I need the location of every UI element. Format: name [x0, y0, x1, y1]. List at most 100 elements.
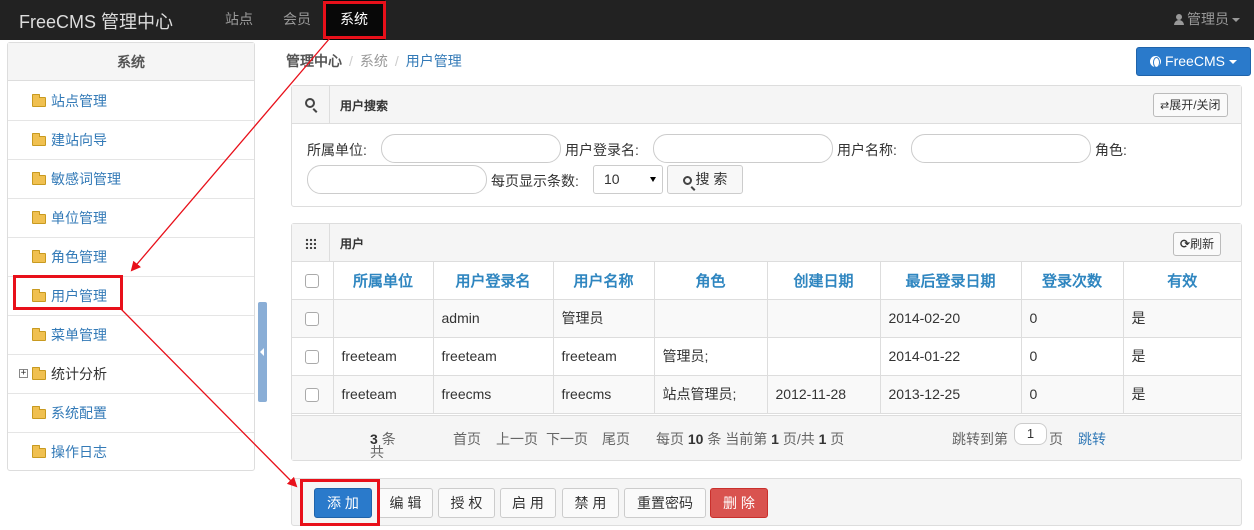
panel-title: 用户搜索: [340, 99, 389, 113]
breadcrumb: 管理中心 / 系统 / 用户管理: [286, 51, 462, 71]
annotation-box-system: [323, 1, 386, 39]
user-name-label: 用户名称:: [837, 142, 897, 158]
panel-header: 用户 ⟳刷新: [292, 224, 1241, 262]
prev-page-link[interactable]: 上一页: [496, 429, 538, 449]
globe-icon: [1150, 56, 1162, 68]
delete-button[interactable]: 删 除: [710, 488, 768, 518]
brand-title[interactable]: FreeCMS 管理中心: [19, 8, 173, 34]
column-header[interactable]: 最后登录日期: [880, 262, 1022, 300]
breadcrumb-separator: /: [394, 53, 399, 69]
reset-password-button[interactable]: 重置密码: [624, 488, 706, 518]
nav-item-members[interactable]: 会员: [283, 0, 311, 40]
last-page-link[interactable]: 尾页: [602, 429, 630, 449]
select-all-checkbox[interactable]: [292, 262, 334, 300]
sidebar-item-label: 统计分析: [51, 366, 107, 382]
cell-unit: [333, 299, 434, 338]
sidebar-item-site-management[interactable]: 站点管理: [8, 82, 254, 121]
page-info: 每页 10 条 当前第 1 页/共 1 页: [656, 431, 845, 447]
search-button[interactable]: 搜 索: [667, 165, 743, 194]
total-count: 共 3 条: [370, 431, 396, 460]
cell-name: freecms: [553, 375, 655, 414]
sidebar-title: 系统: [8, 43, 254, 81]
refresh-label: 刷新: [1190, 237, 1215, 251]
enable-button[interactable]: 启 用: [500, 488, 556, 518]
user-icon: [1174, 14, 1184, 25]
breadcrumb-separator: /: [349, 53, 353, 69]
page-size-select[interactable]: 10: [593, 165, 663, 194]
first-page-link[interactable]: 首页: [453, 429, 481, 449]
sidebar-item-site-wizard[interactable]: 建站向导: [8, 121, 254, 160]
sidebar-item-label: 角色管理: [51, 249, 107, 265]
column-header[interactable]: 用户登录名: [433, 262, 554, 300]
user-name-input[interactable]: [911, 134, 1091, 163]
sidebar-item-operation-log[interactable]: 操作日志: [8, 433, 254, 472]
column-header[interactable]: 登录次数: [1021, 262, 1124, 300]
role-input[interactable]: [307, 165, 487, 194]
sidebar-collapse-handle[interactable]: [258, 302, 267, 402]
breadcrumb-home[interactable]: 管理中心: [286, 53, 342, 69]
column-header[interactable]: 用户名称: [553, 262, 655, 300]
expand-toggle-icon[interactable]: +: [19, 369, 28, 378]
table-row[interactable]: freeteam freeteam freeteam 管理员; 2014-01-…: [292, 337, 1241, 376]
user-menu[interactable]: 管理员: [1174, 0, 1240, 40]
column-header[interactable]: 创建日期: [767, 262, 881, 300]
cell-role: 站点管理员;: [654, 375, 768, 414]
toggle-label: 展开/关闭: [1169, 98, 1221, 112]
cell-valid: 是: [1123, 337, 1241, 376]
sidebar-item-label: 操作日志: [51, 444, 107, 460]
cell-name: freeteam: [553, 337, 655, 376]
edit-button[interactable]: 编 辑: [378, 488, 433, 518]
sidebar-item-label: 站点管理: [51, 93, 107, 109]
sidebar-item-menus[interactable]: 菜单管理: [8, 316, 254, 355]
jump-page-suffix: 页: [1049, 431, 1063, 447]
breadcrumb-current: 用户管理: [405, 53, 462, 69]
cell-name: 管理员: [553, 299, 655, 338]
sidebar-item-system-config[interactable]: 系统配置: [8, 394, 254, 433]
column-header[interactable]: 所属单位: [333, 262, 434, 300]
panel-title: 用户: [340, 237, 365, 251]
cell-role: 管理员;: [654, 337, 768, 376]
jump-page-input[interactable]: 1: [1014, 423, 1047, 445]
row-checkbox[interactable]: [292, 375, 334, 414]
row-checkbox[interactable]: [292, 337, 334, 376]
authorize-button[interactable]: 授 权: [438, 488, 495, 518]
folder-icon: [32, 406, 46, 419]
table-row[interactable]: admin 管理员 2014-02-20 0 是: [292, 299, 1241, 338]
sidebar-item-label: 敏感词管理: [51, 171, 121, 187]
column-header[interactable]: 有效: [1123, 262, 1241, 300]
dropdown-arrow-icon: [650, 177, 656, 182]
freecms-button-label: FreeCMS: [1165, 53, 1225, 69]
toggle-panel-button[interactable]: ⇄展开/关闭: [1153, 93, 1228, 117]
sidebar-item-statistics[interactable]: + 统计分析: [8, 355, 254, 394]
login-name-input[interactable]: [653, 134, 833, 163]
cell-login-count: 0: [1021, 337, 1124, 376]
next-page-link[interactable]: 下一页: [546, 429, 588, 449]
sidebar-item-label: 单位管理: [51, 210, 107, 226]
jump-button[interactable]: 跳转: [1078, 429, 1106, 449]
action-bar: 添 加 编 辑 授 权 启 用 禁 用 重置密码 删 除: [291, 478, 1242, 526]
cell-login: admin: [433, 299, 554, 338]
breadcrumb-section[interactable]: 系统: [360, 53, 388, 69]
folder-icon: [32, 211, 46, 224]
row-checkbox[interactable]: [292, 299, 334, 338]
unit-label: 所属单位:: [307, 142, 367, 158]
unit-input[interactable]: [381, 134, 561, 163]
sidebar-item-sensitive-words[interactable]: 敏感词管理: [8, 160, 254, 199]
cell-last-login: 2013-12-25: [880, 375, 1022, 414]
pagination-bar: 共 3 条 首页 上一页 下一页 尾页 每页 10 条 当前第 1 页/共 1 …: [292, 415, 1241, 460]
grid-icon: [292, 224, 330, 262]
sidebar-item-units[interactable]: 单位管理: [8, 199, 254, 238]
refresh-toggle-icon: ⇄: [1160, 99, 1170, 112]
annotation-box-add: [300, 479, 380, 526]
sidebar-item-label: 系统配置: [51, 405, 107, 421]
table-row[interactable]: freeteam freecms freecms 站点管理员; 2012-11-…: [292, 375, 1241, 414]
refresh-button[interactable]: ⟳刷新: [1173, 232, 1222, 256]
freecms-dropdown-button[interactable]: FreeCMS: [1136, 47, 1251, 76]
sidebar-item-roles[interactable]: 角色管理: [8, 238, 254, 277]
column-header[interactable]: 角色: [654, 262, 768, 300]
nav-item-sites[interactable]: 站点: [225, 0, 253, 40]
disable-button[interactable]: 禁 用: [562, 488, 619, 518]
cell-created: [767, 299, 881, 338]
cell-valid: 是: [1123, 375, 1241, 414]
table-header-row: 所属单位 用户登录名 用户名称 角色 创建日期 最后登录日期 登录次数 有效: [292, 262, 1241, 300]
